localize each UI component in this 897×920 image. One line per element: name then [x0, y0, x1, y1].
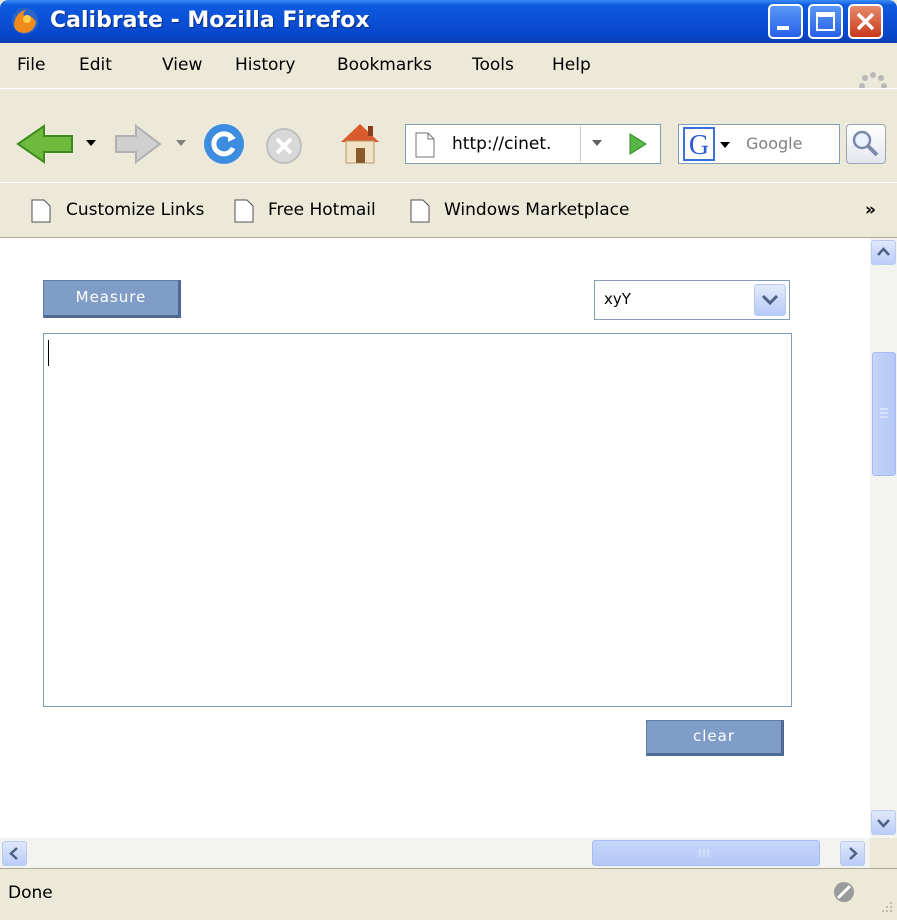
svg-text:G: G [689, 130, 709, 161]
menu-bookmarks[interactable]: Bookmarks [337, 55, 432, 75]
security-status-icon [834, 882, 854, 902]
bookmark-page-icon [31, 199, 51, 223]
scroll-down-button[interactable] [871, 810, 896, 835]
horizontal-scroll-thumb[interactable] [592, 840, 820, 866]
measure-button[interactable]: Measure [43, 280, 181, 318]
chevron-down-icon [877, 819, 890, 828]
bookmark-windows-marketplace[interactable]: Windows Marketplace [444, 200, 629, 220]
window-title: Calibrate - Mozilla Firefox [50, 8, 370, 33]
menu-help[interactable]: Help [552, 55, 591, 75]
chevron-up-icon [877, 247, 890, 256]
stop-icon[interactable] [264, 126, 304, 166]
menu-view[interactable]: View [162, 55, 202, 75]
title-bar: Calibrate - Mozilla Firefox [0, 0, 897, 43]
menu-edit[interactable]: Edit [79, 55, 112, 75]
bookmark-customize-links[interactable]: Customize Links [66, 200, 204, 220]
grip-icon [880, 408, 888, 418]
search-placeholder: Google [746, 134, 803, 153]
vertical-scrollbar[interactable] [870, 238, 897, 838]
output-textarea[interactable] [43, 333, 792, 707]
clear-button[interactable]: clear [646, 720, 784, 756]
close-icon [856, 12, 875, 31]
page-icon [415, 132, 435, 158]
colorspace-dropdown-button[interactable] [754, 284, 786, 316]
search-button[interactable] [846, 124, 886, 164]
scroll-up-button[interactable] [871, 240, 896, 265]
dropdown-arrow-icon [592, 140, 602, 146]
chevron-right-icon [849, 847, 858, 860]
home-icon[interactable] [338, 120, 382, 166]
bookmark-page-icon [234, 199, 254, 223]
bookmarks-overflow-chevron[interactable]: » [865, 200, 876, 220]
status-bar [0, 868, 897, 920]
scroll-left-button[interactable] [2, 841, 27, 866]
minimize-button[interactable] [768, 4, 803, 39]
menu-file[interactable]: File [17, 55, 45, 75]
chevron-down-icon [761, 294, 779, 306]
colorspace-selected-value[interactable]: xyY [604, 290, 631, 308]
go-button[interactable] [618, 128, 658, 160]
google-engine-icon[interactable]: G [682, 126, 740, 162]
search-icon [852, 130, 879, 157]
minimize-icon [777, 26, 789, 30]
text-caret [48, 340, 49, 366]
forward-arrow-icon[interactable] [114, 122, 164, 166]
menu-history[interactable]: History [235, 55, 295, 75]
reload-icon[interactable] [202, 122, 246, 166]
menu-tools[interactable]: Tools [472, 55, 514, 75]
scrollbar-corner [870, 838, 897, 868]
maximize-button[interactable] [808, 4, 843, 39]
go-arrow-icon [629, 133, 647, 155]
firefox-logo-icon [12, 8, 38, 34]
bookmark-page-icon [410, 199, 430, 223]
maximize-icon [816, 12, 835, 31]
resize-grip-icon[interactable] [876, 898, 894, 916]
scroll-right-button[interactable] [840, 841, 865, 866]
back-dropdown-icon[interactable] [86, 140, 96, 148]
forward-dropdown-icon[interactable] [176, 140, 186, 148]
bookmark-free-hotmail[interactable]: Free Hotmail [268, 200, 376, 220]
status-text: Done [8, 883, 53, 903]
grip-icon [699, 849, 709, 857]
vertical-scroll-thumb[interactable] [872, 352, 896, 476]
chevron-left-icon [9, 847, 18, 860]
menu-bar: File Edit View History Bookmarks Tools H… [0, 43, 897, 88]
url-history-dropdown[interactable] [580, 126, 614, 162]
back-arrow-icon[interactable] [14, 122, 78, 166]
close-button[interactable] [848, 4, 883, 39]
url-text[interactable]: http://cinet. [452, 134, 551, 154]
